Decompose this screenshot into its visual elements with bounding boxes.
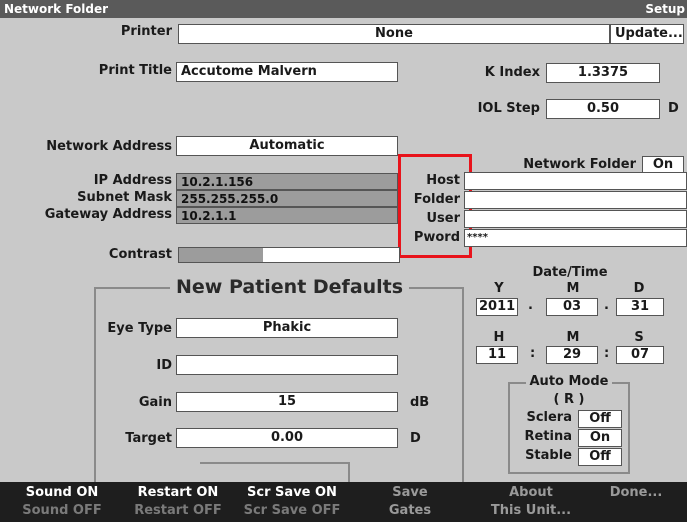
- restart-softkey[interactable]: Restart ON Restart OFF: [122, 484, 234, 520]
- ip-address-field: 10.2.1.156: [176, 173, 398, 190]
- save-gates-softkey[interactable]: Save Gates: [370, 484, 450, 520]
- printer-update-button[interactable]: Update...: [610, 24, 684, 44]
- year-field[interactable]: 2011: [476, 298, 518, 316]
- retina-toggle[interactable]: On: [578, 429, 622, 447]
- time-separator-2: :: [604, 346, 610, 361]
- gateway-address-label: Gateway Address: [44, 207, 172, 222]
- sclera-label: Sclera: [526, 410, 572, 425]
- iol-step-unit: D: [668, 101, 679, 116]
- id-field[interactable]: [176, 355, 398, 375]
- iol-step-field[interactable]: 0.50: [546, 99, 660, 119]
- gain-label: Gain: [138, 395, 172, 410]
- time-separator-1: :: [530, 346, 536, 361]
- printer-label: Printer: [120, 24, 172, 39]
- gain-unit: dB: [410, 395, 430, 410]
- folder-field[interactable]: [464, 191, 687, 209]
- pword-field[interactable]: ****: [464, 229, 687, 247]
- sound-on-label: Sound ON: [25, 485, 99, 500]
- k-index-label: K Index: [484, 65, 540, 80]
- screensaver-on-label: Scr Save ON: [247, 485, 337, 500]
- setup-screen: Network Folder Setup Printer None Update…: [0, 0, 687, 522]
- pword-label: Pword: [413, 230, 460, 245]
- about-top-label: About: [509, 485, 553, 500]
- patient-defaults-title: New Patient Defaults: [170, 276, 410, 298]
- auto-mode-subtitle: ( R ): [553, 392, 585, 407]
- day-label: D: [633, 281, 645, 296]
- iol-step-label: IOL Step: [477, 101, 540, 116]
- sound-softkey[interactable]: Sound ON Sound OFF: [10, 484, 114, 520]
- target-field[interactable]: 0.00: [176, 428, 398, 448]
- restart-on-label: Restart ON: [137, 485, 219, 500]
- datetime-title: Date/Time: [532, 265, 608, 280]
- month-label: M: [566, 281, 580, 296]
- date-separator-2: .: [604, 298, 609, 313]
- save-gates-top-label: Save: [392, 485, 428, 500]
- print-title-label: Print Title: [98, 63, 172, 78]
- host-label: Host: [426, 173, 460, 188]
- user-label: User: [426, 211, 460, 226]
- screensaver-softkey[interactable]: Scr Save ON Scr Save OFF: [236, 484, 348, 520]
- eye-type-field[interactable]: Phakic: [176, 318, 398, 338]
- contrast-slider-fill: [179, 248, 263, 262]
- title-bar: Network Folder Setup: [0, 0, 687, 18]
- second-field[interactable]: 07: [616, 346, 664, 364]
- year-label: Y: [494, 281, 504, 296]
- hour-label: H: [493, 330, 505, 345]
- date-separator-1: .: [528, 298, 533, 313]
- hour-field[interactable]: 11: [476, 346, 518, 364]
- folder-label: Folder: [413, 192, 460, 207]
- subnet-mask-label: Subnet Mask: [77, 190, 172, 205]
- id-label: ID: [156, 358, 172, 373]
- save-gates-bottom-label: Gates: [388, 503, 432, 518]
- host-field[interactable]: [464, 172, 687, 190]
- eye-type-label: Eye Type: [107, 321, 172, 336]
- patient-defaults-group: [94, 287, 464, 487]
- network-folder-label: Network Folder: [523, 157, 636, 172]
- window-right-title: Setup: [645, 2, 685, 16]
- network-address-label: Network Address: [46, 139, 172, 154]
- k-index-field[interactable]: 1.3375: [546, 63, 660, 83]
- user-field[interactable]: [464, 210, 687, 228]
- target-unit: D: [410, 431, 421, 446]
- stable-toggle[interactable]: Off: [578, 448, 622, 466]
- second-label: S: [634, 330, 644, 345]
- done-bottom-label: Done...: [609, 485, 663, 500]
- done-softkey[interactable]: Done...: [596, 484, 676, 502]
- screensaver-off-label: Scr Save OFF: [243, 503, 341, 518]
- divider-box: [200, 462, 350, 484]
- gateway-address-field: 10.2.1.1: [176, 207, 398, 224]
- window-title: Network Folder: [4, 2, 109, 16]
- network-address-field[interactable]: Automatic: [176, 136, 398, 156]
- print-title-field[interactable]: Accutome Malvern: [176, 62, 398, 82]
- about-softkey[interactable]: About This Unit...: [476, 484, 586, 520]
- retina-label: Retina: [524, 429, 572, 444]
- stable-label: Stable: [525, 448, 572, 463]
- about-bottom-label: This Unit...: [490, 503, 572, 518]
- target-label: Target: [125, 431, 172, 446]
- subnet-mask-field: 255.255.255.0: [176, 190, 398, 207]
- restart-off-label: Restart OFF: [134, 503, 222, 518]
- printer-field[interactable]: None: [178, 24, 610, 44]
- sound-off-label: Sound OFF: [22, 503, 102, 518]
- softkey-bar: Sound ON Sound OFF Restart ON Restart OF…: [0, 482, 687, 522]
- sclera-toggle[interactable]: Off: [578, 410, 622, 428]
- auto-mode-title: Auto Mode: [526, 374, 612, 389]
- contrast-label: Contrast: [108, 247, 172, 262]
- gain-field[interactable]: 15: [176, 392, 398, 412]
- minute-label: M: [566, 330, 580, 345]
- ip-address-label: IP Address: [93, 173, 172, 188]
- month-field[interactable]: 03: [546, 298, 598, 316]
- minute-field[interactable]: 29: [546, 346, 598, 364]
- contrast-slider[interactable]: [178, 247, 400, 263]
- day-field[interactable]: 31: [616, 298, 664, 316]
